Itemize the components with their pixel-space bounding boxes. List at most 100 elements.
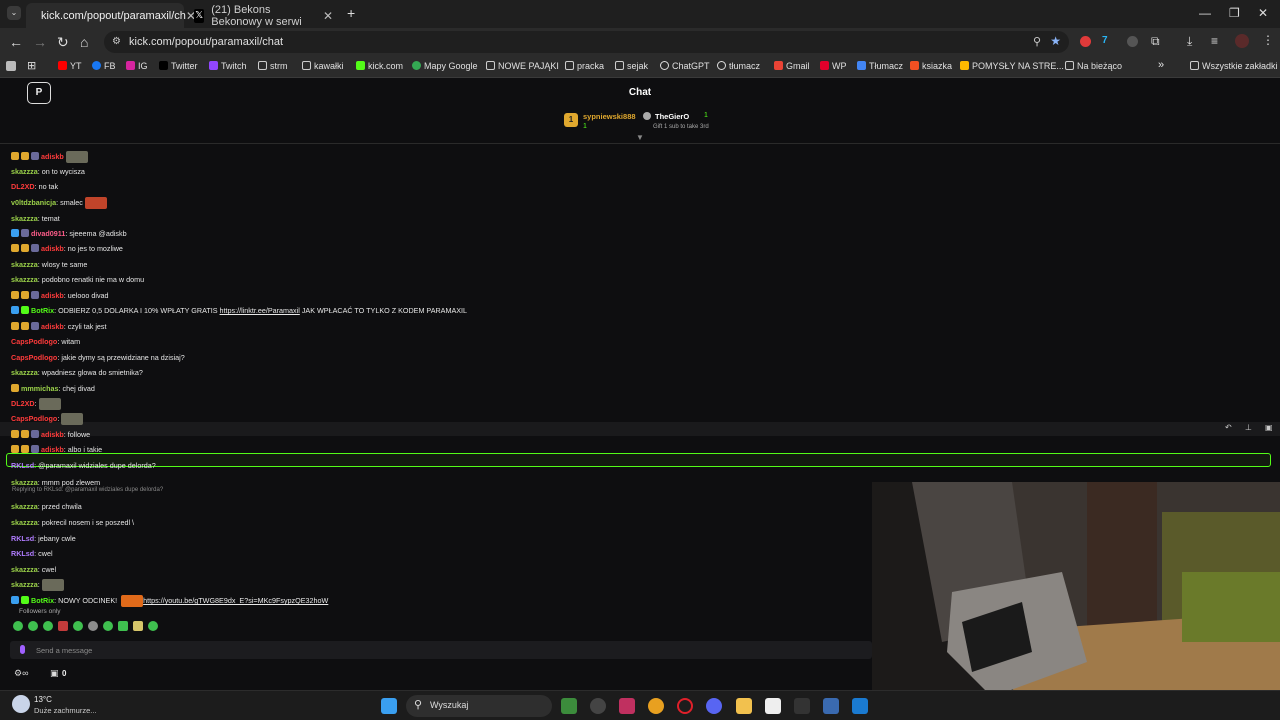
taskbar-search[interactable]: ⚲ Wyszukaj [406, 695, 552, 717]
emote-button[interactable] [28, 621, 38, 631]
apps-icon[interactable]: ⊞ [27, 59, 36, 72]
chat-username[interactable]: adiskb [41, 152, 64, 161]
chat-username[interactable]: skazzza [11, 167, 38, 176]
bookmark-tlumacz-2[interactable]: Tłumacz [857, 61, 903, 71]
pin-icon[interactable]: ⊥ [1245, 423, 1252, 432]
chat-username[interactable]: skazzza [11, 368, 38, 377]
chat-username[interactable]: CapsPodlogo [11, 414, 57, 423]
taskbar-app-icon[interactable] [590, 698, 606, 714]
chat-username[interactable]: adiskb [41, 244, 64, 253]
message-input[interactable]: Send a message [10, 641, 872, 659]
maximize-icon[interactable]: ❐ [1229, 6, 1240, 20]
chat-username[interactable]: skazzza [11, 502, 38, 511]
emote-button[interactable] [73, 621, 83, 631]
leader-name[interactable]: sypniewski888 [583, 112, 636, 121]
windows-start-icon[interactable] [381, 698, 397, 714]
extension-7tv-icon[interactable]: 7 [1102, 35, 1108, 46]
weather-temp[interactable]: 13°C [34, 695, 52, 704]
taskbar-app-icon[interactable] [619, 698, 635, 714]
minimize-icon[interactable]: — [1199, 6, 1211, 20]
menu-icon[interactable]: ⋮ [1262, 33, 1274, 47]
bookmark-gmail[interactable]: Gmail [774, 61, 810, 71]
bookmark-chatgpt[interactable]: ChatGPT [660, 61, 710, 71]
reload-icon[interactable]: ↻ [57, 34, 69, 51]
weather-desc[interactable]: Duże zachmurze... [34, 706, 97, 715]
terminal-icon[interactable] [794, 698, 810, 714]
chat-username[interactable]: adiskb [41, 322, 64, 331]
chat-username[interactable]: BotRix [31, 596, 54, 605]
zoom-icon[interactable]: ⚲ [1033, 35, 1041, 48]
extensions-icon[interactable]: ⧉ [1151, 34, 1160, 49]
chat-username[interactable]: adiskb [41, 445, 64, 454]
tab-kick-chat[interactable]: kick.com/popout/paramaxil/ch ✕ [26, 3, 196, 28]
chat-link[interactable]: https://youtu.be/gTWG8E9dx_E?si=MKc9Fsyp… [143, 596, 328, 605]
chat-username[interactable]: CapsPodlogo [11, 353, 57, 362]
chat-username[interactable]: skazzza [11, 518, 38, 527]
bookmark-ig[interactable]: IG [126, 61, 148, 71]
back-icon[interactable]: ← [9, 34, 23, 50]
sidebar-toggle-icon[interactable] [6, 61, 16, 71]
chat-username[interactable]: RKLsd [11, 461, 34, 470]
tab-x-bekons[interactable]: 𝕏 (21) Bekons Bekonowy w serwi ✕ [186, 3, 341, 28]
bookmark-na-biezaco[interactable]: Na bieżąco [1065, 61, 1122, 71]
taskbar-app-icon[interactable] [561, 698, 577, 714]
bookmark-tlumacz[interactable]: tłumacz [717, 61, 760, 71]
emote-button[interactable] [148, 621, 158, 631]
bookmark-wp[interactable]: WP [820, 61, 847, 71]
bookmark-pomysly[interactable]: POMYSŁY NA STRE... [960, 61, 1064, 71]
emote-button[interactable] [133, 621, 143, 631]
bookmark-maps[interactable]: Mapy Google [412, 61, 478, 71]
bookmark-fb[interactable]: FB [92, 61, 116, 71]
chat-username[interactable]: v0ltdzbanicja [11, 198, 56, 207]
extension-record-icon[interactable] [1080, 36, 1091, 47]
chat-username[interactable]: skazzza [11, 565, 38, 574]
file-explorer-icon[interactable] [736, 698, 752, 714]
collapse-chevron-icon[interactable]: ▼ [636, 133, 644, 142]
emote-button[interactable] [88, 621, 98, 631]
emote-button[interactable] [43, 621, 53, 631]
bookmark-nowe-pajaki[interactable]: NOWE PAJĄKI [486, 61, 559, 71]
bookmark-strm[interactable]: strm [258, 61, 288, 71]
chat-username[interactable]: DL2XD [11, 399, 35, 408]
chat-username[interactable]: mmmichas [21, 384, 59, 393]
forward-icon[interactable]: → [33, 34, 47, 50]
taskbar-app-icon[interactable] [765, 698, 781, 714]
reading-list-icon[interactable]: ≡ [1211, 34, 1218, 48]
bookmark-sejak[interactable]: sejak [615, 61, 648, 71]
emote-button[interactable] [13, 621, 23, 631]
download-icon[interactable]: ⤓ [1187, 34, 1192, 49]
chat-username[interactable]: skazzza [11, 260, 38, 269]
bookmark-yt[interactable]: YT [58, 61, 82, 71]
chat-username[interactable]: skazzza [11, 214, 38, 223]
emote-button[interactable] [103, 621, 113, 631]
chat-username[interactable]: RKLsd [11, 534, 34, 543]
bookmark-ksiazka[interactable]: ksiazka [910, 61, 952, 71]
microphone-icon[interactable] [20, 645, 25, 654]
new-tab-icon[interactable]: + [347, 5, 355, 21]
close-window-icon[interactable]: ✕ [1258, 6, 1268, 20]
more-bookmarks-icon[interactable]: » [1158, 59, 1164, 71]
discord-icon[interactable] [706, 698, 722, 714]
url-bar[interactable]: ⚙ kick.com/popout/paramaxil/chat ⚲ ★ [104, 31, 1069, 53]
chat-username[interactable]: skazzza [11, 275, 38, 284]
reply-icon[interactable]: ↶ [1225, 423, 1232, 432]
chat-username[interactable]: adiskb [41, 291, 64, 300]
chrome-icon[interactable] [648, 698, 664, 714]
bookmark-all[interactable]: Wszystkie zakładki [1190, 61, 1278, 71]
close-tab-icon[interactable]: ✕ [323, 9, 333, 23]
opera-icon[interactable] [677, 698, 693, 714]
star-icon[interactable]: ★ [1050, 34, 1061, 48]
second-name[interactable]: TheGierO [655, 112, 689, 121]
chat-username[interactable]: skazzza [11, 478, 38, 487]
chat-username[interactable]: DL2XD [11, 182, 35, 191]
delete-icon[interactable]: ▣ [1265, 423, 1273, 432]
bookmark-kawalki[interactable]: kawałki [302, 61, 344, 71]
chat-username[interactable]: CapsPodlogo [11, 337, 57, 346]
taskbar-app-icon[interactable] [823, 698, 839, 714]
extension-circle-icon[interactable] [1127, 36, 1138, 47]
emote-button[interactable] [58, 621, 68, 631]
chat-username[interactable]: divad0911 [31, 229, 65, 238]
chat-username[interactable]: adiskb [41, 430, 64, 439]
chat-username[interactable]: BotRix [31, 306, 54, 315]
tab-list-icon[interactable]: ⌄ [7, 6, 21, 20]
